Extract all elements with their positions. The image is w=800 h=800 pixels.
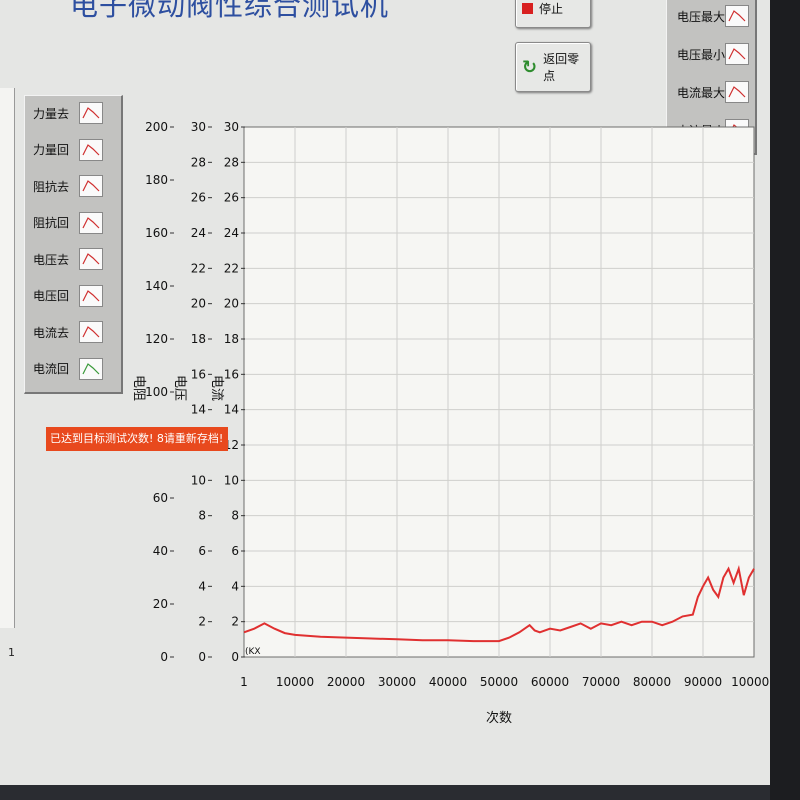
y-tick-label: 20 [191, 297, 206, 311]
x-tick-label: 70000 [582, 675, 620, 689]
y-tick-label: 160 [145, 226, 168, 240]
y-tick-label: 8 [231, 509, 239, 523]
y-tick-label: 20 [224, 297, 239, 311]
y-tick-label: 26 [191, 191, 206, 205]
x-tick-label: 90000 [684, 675, 722, 689]
y-tick-label: 180 [145, 173, 168, 187]
x-tick-label: 80000 [633, 675, 671, 689]
test-chart: 1 10000 20000 30000 40000 50000 60000 70000 8000… [131, 120, 770, 726]
x-tick-label: 1 [240, 675, 248, 689]
y-tick-label: 18 [191, 332, 206, 346]
y-tick-label: 16 [191, 367, 206, 381]
y-tick-label: 200 [145, 120, 168, 134]
x-tick-label: 50000 [480, 675, 518, 689]
app-screen: 电子微动阀性综合测试机 停止 ↻ 返回零点 1 力量去 力量回 阻抗去 阻抗回 电压去电… [0, 0, 770, 785]
y-tick-label: 4 [198, 579, 206, 593]
y-axis-label: 电压 [172, 375, 187, 401]
y-tick-label: 20 [153, 597, 168, 611]
y-tick-label: 60 [153, 491, 168, 505]
y-tick-label: 100 [145, 385, 168, 399]
x-tick-label: 30000 [378, 675, 416, 689]
y-tick-label: 6 [198, 544, 206, 558]
x-tick-label: 100000 [731, 675, 770, 689]
x-tick-label: 40000 [429, 675, 467, 689]
y-tick-label: 0 [160, 650, 168, 664]
monitor-bezel-bottom [0, 785, 770, 800]
y-axis-label: 电阻 [131, 375, 146, 401]
y-tick-label: 6 [231, 544, 239, 558]
y-tick-label: 30 [191, 120, 206, 134]
y-tick-label: 10 [224, 473, 239, 487]
y-tick-label: 16 [224, 367, 239, 381]
y-tick-label: 120 [145, 332, 168, 346]
y-axis-label: 电流 [209, 375, 224, 401]
y-tick-label: 22 [191, 261, 206, 275]
y-tick-label: 2 [231, 615, 239, 629]
y-tick-label: 0 [231, 650, 239, 664]
y-tick-label: 24 [191, 226, 206, 240]
y-tick-label: 28 [224, 155, 239, 169]
x-tick-label: 20000 [327, 675, 365, 689]
y-tick-label: 0 [198, 650, 206, 664]
y-tick-label: 26 [224, 191, 239, 205]
y-tick-label: 40 [153, 544, 168, 558]
y-tick-label: 10 [191, 473, 206, 487]
monitor-bezel-right [770, 0, 800, 800]
y-tick-label: 22 [224, 261, 239, 275]
y-tick-label: 28 [191, 155, 206, 169]
x-axis-label: 次数 [486, 710, 512, 726]
y-tick-label: 24 [224, 226, 239, 240]
y-tick-label: 140 [145, 279, 168, 293]
y-tick-label: 2 [198, 615, 206, 629]
y-tick-label: 4 [231, 579, 239, 593]
y-tick-label: 14 [191, 403, 206, 417]
alert-banner: 已达到目标测试次数! 8请重新存档! [46, 427, 228, 451]
corner-label: (KX [245, 647, 261, 657]
x-tick-label: 60000 [531, 675, 569, 689]
x-tick-label: 10000 [276, 675, 314, 689]
y-tick-label: 18 [224, 332, 239, 346]
y-tick-label: 14 [224, 403, 239, 417]
y-tick-label: 8 [198, 509, 206, 523]
y-tick-label: 30 [224, 120, 239, 134]
